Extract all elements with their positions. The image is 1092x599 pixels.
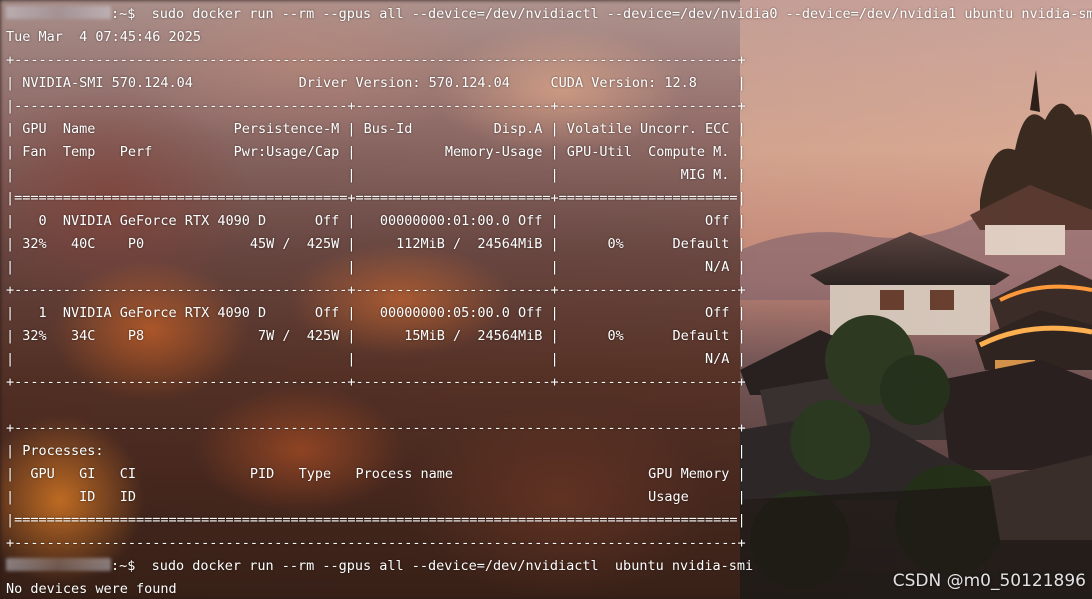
desktop-screenshot: :~$ sudo docker run --rm --gpus all --de…: [0, 0, 1092, 599]
smi-line: | 0 NVIDIA GeForce RTX 4090 D Off | 0000…: [6, 213, 746, 229]
smi-line: |=======================================…: [6, 512, 746, 528]
smi-line: | 32% 34C P8 7W / 425W | 15MiB / 24564Mi…: [6, 328, 746, 344]
smi-line: | GPU GI CI PID Type Process name GPU Me…: [6, 466, 746, 482]
smi-line: +---------------------------------------…: [6, 282, 746, 298]
redacted-username-host: [6, 558, 111, 571]
smi-line: | | | N/A |: [6, 259, 746, 275]
smi-line: [6, 394, 1092, 417]
smi-line: | 32% 40C P0 45W / 425W | 112MiB / 24564…: [6, 236, 746, 252]
smi-line: | GPU Name Persistence-M | Bus-Id Disp.A…: [6, 121, 746, 137]
prompt-suffix: :~$: [111, 558, 136, 574]
command-text-1: sudo docker run --rm --gpus all --device…: [151, 6, 1092, 22]
command-text-2: sudo docker run --rm --gpus all --device…: [151, 558, 754, 574]
smi-line: | | | MIG M. |: [6, 167, 746, 183]
terminal-output[interactable]: :~$ sudo docker run --rm --gpus all --de…: [0, 0, 1092, 599]
smi-line: | | | N/A |: [6, 351, 746, 367]
smi-line: | Fan Temp Perf Pwr:Usage/Cap | Memory-U…: [6, 144, 746, 160]
smi-line: +---------------------------------------…: [6, 374, 746, 390]
csdn-watermark: CSDN @m0_50121896: [892, 571, 1086, 591]
smi-line: | NVIDIA-SMI 570.124.04 Driver Version: …: [6, 75, 746, 91]
redacted-username-host: [6, 6, 111, 19]
smi-line: | ID ID Usage |: [6, 489, 746, 505]
smi-line: | Processes: |: [6, 443, 746, 459]
smi-line: |---------------------------------------…: [6, 98, 746, 114]
smi-line: +---------------------------------------…: [6, 535, 746, 551]
smi-line: |=======================================…: [6, 190, 746, 206]
smi-line: | 1 NVIDIA GeForce RTX 4090 D Off | 0000…: [6, 305, 746, 321]
smi-line: +---------------------------------------…: [6, 420, 746, 436]
datetime-line: Tue Mar 4 07:45:46 2025: [6, 29, 202, 45]
prompt-suffix: :~$: [111, 6, 136, 22]
prompt-line-1: :~$ sudo docker run --rm --gpus all --de…: [6, 3, 1092, 26]
smi-line: +---------------------------------------…: [6, 52, 746, 68]
